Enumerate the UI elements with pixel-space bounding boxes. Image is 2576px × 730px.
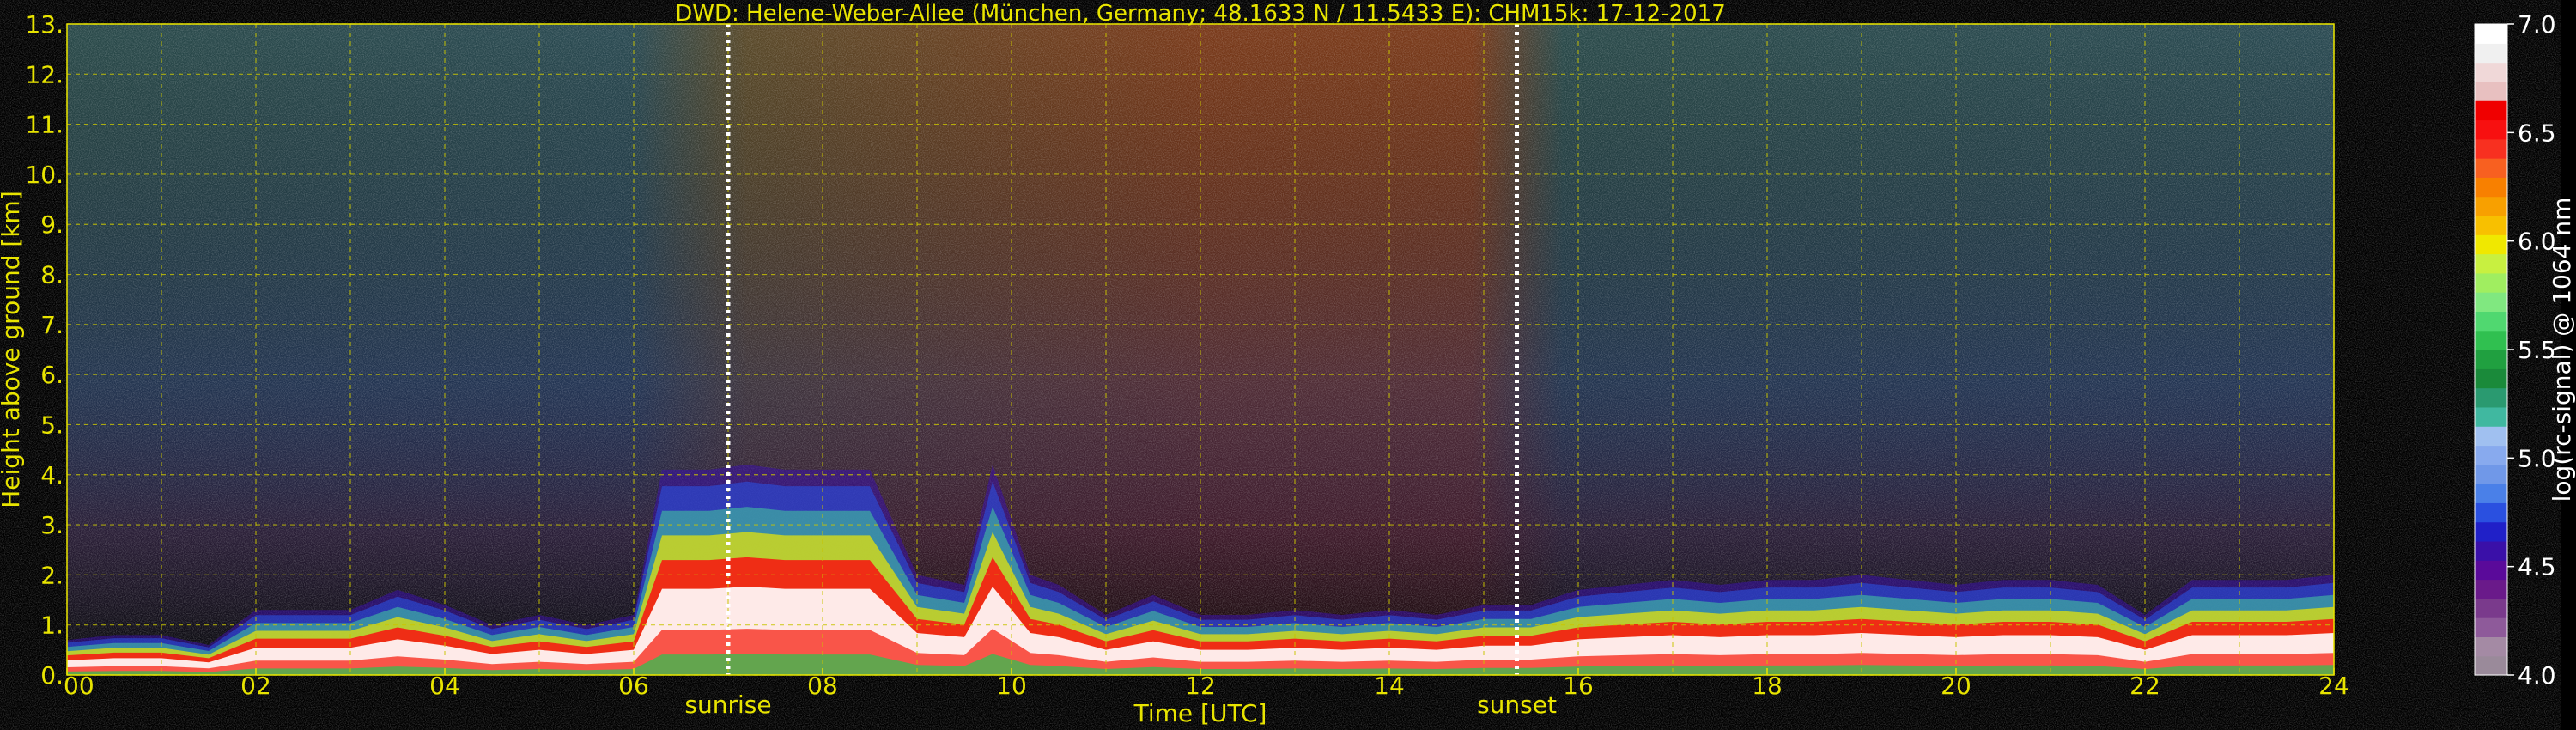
colorbar-swatch — [2475, 272, 2507, 293]
y-tick-label: 1. — [40, 611, 64, 640]
y-tick-label: 3. — [40, 511, 64, 539]
colorbar-label: log(rc-signal) @ 1064 nm — [2548, 198, 2576, 502]
y-tick-label: 10. — [25, 161, 64, 189]
colorbar-swatch — [2475, 521, 2507, 542]
colorbar-swatch — [2475, 234, 2507, 255]
colorbar-swatch — [2475, 292, 2507, 313]
colorbar-swatch — [2475, 426, 2507, 447]
colorbar-swatch — [2475, 43, 2507, 64]
colorbar-swatch — [2475, 368, 2507, 389]
x-tick-label: 04 — [429, 672, 460, 700]
colorbar-tick-label: 4.0 — [2518, 661, 2556, 690]
colorbar-swatch — [2475, 560, 2507, 581]
colorbar-swatch — [2475, 387, 2507, 408]
x-tick-label: 08 — [807, 672, 838, 700]
y-tick-label: 13. — [25, 10, 64, 39]
chart-title: DWD: Helene-Weber-Allee (München, German… — [675, 1, 1726, 27]
colorbar-swatch — [2475, 579, 2507, 599]
colorbar-tick-label: 7.0 — [2518, 10, 2556, 39]
x-axis-label: Time [UTC] — [1133, 699, 1267, 727]
colorbar-swatch — [2475, 406, 2507, 427]
colorbar-swatch — [2475, 464, 2507, 484]
x-tick-label: 16 — [1563, 672, 1594, 700]
colorbar-swatch — [2475, 655, 2507, 676]
y-tick-label: 4. — [40, 461, 64, 490]
y-tick-label: 5. — [40, 411, 64, 439]
y-tick-label: 6. — [40, 361, 64, 389]
colorbar-swatch — [2475, 100, 2507, 121]
x-tick-label: 22 — [2129, 672, 2160, 700]
colorbar-swatch — [2475, 196, 2507, 216]
x-tick-label: 02 — [240, 672, 271, 700]
y-axis-label: Height above ground [km] — [0, 191, 25, 508]
colorbar-swatch — [2475, 350, 2507, 369]
x-tick-label: 14 — [1374, 672, 1405, 700]
y-tick-label: 8. — [40, 261, 64, 289]
x-tick-label: 18 — [1752, 672, 1783, 700]
x-tick-label: 10 — [996, 672, 1027, 700]
colorbar-tick-label: 4.5 — [2518, 553, 2556, 581]
colorbar-swatch — [2475, 617, 2507, 638]
x-tick-label: 00 — [64, 672, 94, 700]
colorbar-swatch — [2475, 215, 2507, 235]
colorbar-swatch — [2475, 540, 2507, 561]
y-tick-label: 0. — [40, 661, 64, 690]
colorbar-swatch — [2475, 311, 2507, 332]
colorbar-swatch — [2475, 81, 2507, 101]
lidar-ceilometer-chart: sunrise sunset 00 02 04 06 08 10 12 14 16 18 20 22 24… — [0, 1, 2576, 727]
colorbar-swatches — [2475, 24, 2507, 676]
colorbar-swatch — [2475, 253, 2507, 274]
y-tick-label: 2. — [40, 561, 64, 589]
colorbar-swatch — [2475, 484, 2507, 503]
colorbar-swatch — [2475, 177, 2507, 198]
colorbar-swatch — [2475, 636, 2507, 657]
colorbar-swatch — [2475, 330, 2507, 350]
colorbar-swatch — [2475, 502, 2507, 523]
y-tick-labels: 0. 1. 2. 3. 4. 5. 6. 7. 8. 9. 10. 11. 12. 13. — [25, 10, 64, 690]
colorbar-swatch — [2475, 62, 2507, 82]
colorbar-swatch — [2475, 24, 2507, 44]
y-tick-label: 7. — [40, 311, 64, 339]
y-tick-label: 9. — [40, 210, 64, 239]
colorbar-swatch — [2475, 138, 2507, 159]
x-tick-label: 24 — [2318, 672, 2349, 700]
colorbar-swatch — [2475, 598, 2507, 618]
colorbar-swatch — [2475, 119, 2507, 140]
x-tick-label: 20 — [1941, 672, 1971, 700]
colorbar-swatch — [2475, 158, 2507, 178]
sunrise-label: sunrise — [684, 690, 771, 719]
y-tick-label: 11. — [25, 111, 64, 139]
x-tick-label: 06 — [618, 672, 649, 700]
y-tick-label: 12. — [25, 60, 64, 88]
colorbar: 4.04.55.05.56.06.57.0 log(rc-signal) @ 1… — [2474, 10, 2576, 690]
sunset-label: sunset — [1477, 690, 1557, 719]
plot-area: sunrise sunset — [66, 23, 2335, 719]
colorbar-tick-label: 6.5 — [2518, 119, 2556, 147]
x-tick-label: 12 — [1185, 672, 1216, 700]
colorbar-swatch — [2475, 445, 2507, 465]
